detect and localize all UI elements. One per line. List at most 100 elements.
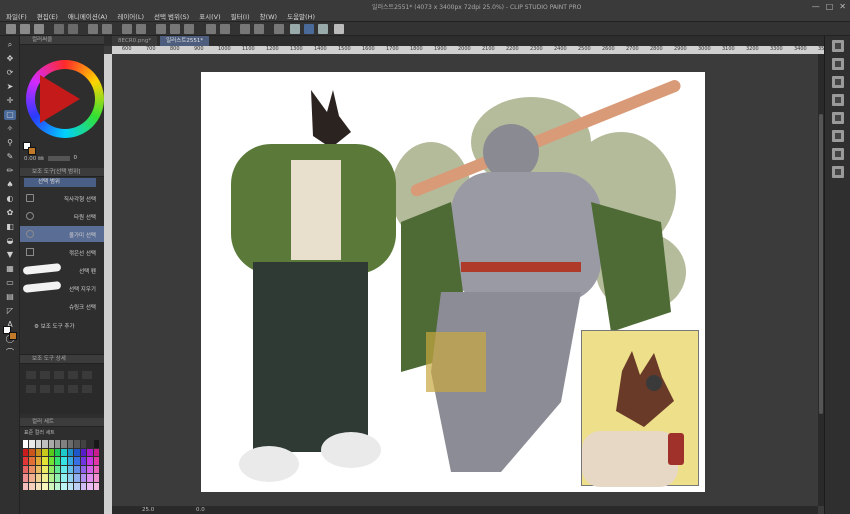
grid-snap-icon[interactable] — [184, 24, 194, 34]
color-triangle[interactable] — [40, 75, 80, 123]
palette-swatch[interactable] — [74, 448, 80, 456]
menu-layer[interactable]: 레이어(L) — [117, 11, 144, 21]
palette-swatch[interactable] — [29, 465, 35, 473]
zoom-value[interactable]: 25.0 — [142, 507, 154, 513]
menu-help[interactable]: 도움말(H) — [287, 11, 315, 21]
frame-icon[interactable]: ▤ — [4, 292, 16, 302]
detail-cell[interactable] — [40, 371, 50, 379]
detail-cell[interactable] — [68, 371, 78, 379]
eyedropper-icon[interactable]: ⚲ — [4, 138, 16, 148]
subtool-shrink[interactable]: 슈링크 선택 — [20, 298, 104, 314]
palette-swatch[interactable] — [93, 474, 99, 482]
palette-swatch[interactable] — [93, 465, 99, 473]
palette-swatch[interactable] — [74, 482, 80, 490]
palette-swatch[interactable] — [42, 465, 48, 473]
subtool-selection-pen[interactable]: 선택 펜 — [20, 262, 104, 278]
clear-icon[interactable] — [88, 24, 98, 34]
menu-filter[interactable]: 필터(I) — [231, 11, 250, 21]
pen-active-icon[interactable] — [304, 24, 314, 34]
menu-window[interactable]: 창(W) — [260, 11, 277, 21]
reference-thumbnail[interactable] — [581, 330, 699, 487]
menu-animation[interactable]: 애니메이션(A) — [68, 11, 107, 21]
palette-swatch[interactable] — [87, 474, 93, 482]
palette-swatch[interactable] — [29, 457, 35, 465]
palette-swatch[interactable] — [55, 440, 61, 448]
palette-swatch[interactable] — [55, 457, 61, 465]
minimize-icon[interactable]: — — [812, 2, 820, 11]
brush-size-value[interactable]: 0.00 ㎜ — [24, 154, 44, 162]
palette-swatch[interactable] — [87, 482, 93, 490]
palette-swatch[interactable] — [80, 465, 87, 473]
palette-swatch[interactable] — [35, 482, 42, 490]
zoom-icon[interactable]: ⌕ — [4, 40, 16, 50]
palette-swatch[interactable] — [48, 482, 55, 490]
ruler-icon[interactable]: ◸ — [4, 306, 16, 316]
document-icon[interactable] — [334, 24, 344, 34]
palette-swatch[interactable] — [93, 457, 99, 465]
palette-swatch[interactable] — [67, 440, 74, 448]
new-file-icon[interactable] — [6, 24, 16, 34]
palette-swatch[interactable] — [29, 448, 35, 456]
palette-swatch[interactable] — [42, 482, 48, 490]
palette-swatch[interactable] — [87, 440, 93, 448]
layer-panel-icon[interactable] — [832, 58, 844, 70]
add-subtool-button[interactable]: ⚙ 보조 도구 추가 — [34, 322, 75, 330]
detail-cell[interactable] — [54, 385, 64, 393]
snap-icon[interactable] — [156, 24, 166, 34]
detail-cell[interactable] — [68, 385, 78, 393]
menu-selection[interactable]: 선택 범위(S) — [154, 11, 189, 21]
fill-tool-icon[interactable]: ▼ — [4, 250, 16, 260]
operation-icon[interactable]: ➤ — [4, 82, 16, 92]
palette-swatch[interactable] — [23, 457, 29, 465]
color-icon[interactable] — [240, 24, 250, 34]
palette-swatch[interactable] — [29, 440, 35, 448]
gradient-icon[interactable]: ▦ — [4, 264, 16, 274]
palette-swatch[interactable] — [23, 440, 29, 448]
palette-swatch[interactable] — [35, 457, 42, 465]
palette-swatch[interactable] — [93, 482, 99, 490]
save-icon[interactable] — [34, 24, 44, 34]
palette-swatch[interactable] — [48, 465, 55, 473]
palette-swatch[interactable] — [74, 474, 80, 482]
palette-swatch[interactable] — [42, 440, 48, 448]
open-file-icon[interactable] — [20, 24, 30, 34]
palette-swatch[interactable] — [48, 440, 55, 448]
palette-swatch[interactable] — [87, 465, 93, 473]
detail-cell[interactable] — [40, 385, 50, 393]
palette-swatch[interactable] — [61, 482, 67, 490]
palette-swatch[interactable] — [87, 457, 93, 465]
palette-swatch[interactable] — [74, 465, 80, 473]
palette-swatch[interactable] — [55, 474, 61, 482]
palette-swatch[interactable] — [23, 482, 29, 490]
palette-swatch[interactable] — [35, 448, 42, 456]
menu-view[interactable]: 표시(V) — [199, 11, 220, 21]
transform-icon[interactable] — [122, 24, 132, 34]
palette-swatch[interactable] — [55, 482, 61, 490]
panel-toggle-icon[interactable] — [832, 40, 844, 52]
item-bank-icon[interactable] — [832, 166, 844, 178]
palette-swatch[interactable] — [42, 457, 48, 465]
palette-swatch[interactable] — [61, 465, 67, 473]
pen-toggle2-icon[interactable] — [318, 24, 328, 34]
palette-swatch[interactable] — [61, 474, 67, 482]
detail-cell[interactable] — [26, 385, 36, 393]
navigator-panel-icon[interactable] — [832, 76, 844, 88]
palette-swatch[interactable] — [61, 440, 67, 448]
detail-cell[interactable] — [82, 385, 92, 393]
palette-swatch[interactable] — [67, 465, 74, 473]
palette-swatch[interactable] — [80, 474, 87, 482]
palette-swatch[interactable] — [35, 465, 42, 473]
blend-icon[interactable]: ◒ — [4, 236, 16, 246]
canvas-artwork[interactable] — [201, 72, 705, 492]
selection-icon[interactable]: ▢ — [4, 110, 16, 120]
auto-select-icon[interactable]: ✧ — [4, 124, 16, 134]
detail-cell[interactable] — [54, 371, 64, 379]
sub-color-swatch[interactable] — [9, 332, 17, 340]
tab-document-1[interactable]: 8ECR0.png* — [112, 36, 158, 46]
detail-cell[interactable] — [82, 371, 92, 379]
subtool-ellipse[interactable]: 타원 선택 — [20, 208, 104, 224]
close-icon[interactable]: ✕ — [839, 2, 846, 11]
move-icon[interactable]: ✥ — [4, 54, 16, 64]
decoration-icon[interactable]: ✿ — [4, 208, 16, 218]
palette-swatch[interactable] — [80, 440, 87, 448]
